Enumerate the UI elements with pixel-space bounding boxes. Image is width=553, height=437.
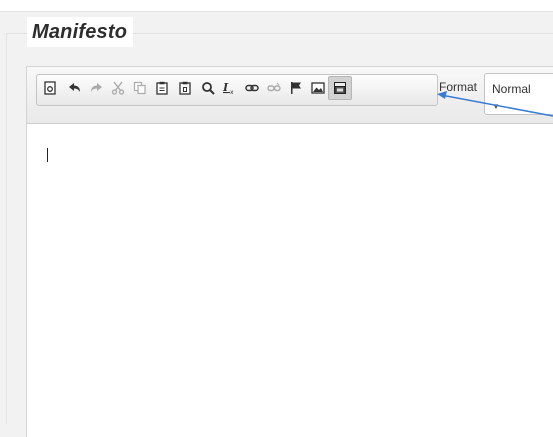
editor-toolbar: Ix Format Normal ▼	[27, 67, 553, 124]
youtube-embed-button[interactable]	[328, 76, 352, 100]
paste-text-icon	[178, 81, 192, 95]
format-selected-value: Normal	[492, 82, 531, 96]
find-button[interactable]	[197, 77, 219, 99]
paste-button[interactable]	[151, 77, 173, 99]
svg-text:x: x	[230, 89, 234, 95]
remove-format-icon: Ix	[222, 81, 238, 95]
undo-button[interactable]	[64, 77, 86, 99]
redo-button[interactable]	[85, 77, 107, 99]
unlink-button[interactable]	[263, 77, 285, 99]
undo-icon	[68, 81, 82, 95]
panel-border	[6, 33, 7, 424]
page-title-wrap: Manifesto	[27, 17, 134, 47]
format-dropdown[interactable]: Normal ▼	[484, 73, 553, 115]
cut-button[interactable]	[107, 77, 129, 99]
copy-button[interactable]	[129, 77, 151, 99]
image-icon	[311, 81, 325, 95]
cut-icon	[111, 81, 125, 95]
link-icon	[245, 81, 259, 95]
paste-text-button[interactable]	[174, 77, 196, 99]
top-bar	[0, 0, 553, 12]
page-title: Manifesto	[32, 20, 128, 43]
text-cursor	[47, 148, 48, 162]
image-button[interactable]	[307, 77, 329, 99]
unlink-icon	[267, 81, 281, 95]
source-icon	[43, 81, 57, 95]
source-button[interactable]	[39, 77, 61, 99]
chevron-down-icon: ▼	[492, 102, 500, 111]
format-label: Format	[439, 80, 478, 94]
paste-icon	[155, 81, 169, 95]
anchor-flag-icon	[289, 81, 303, 95]
anchor-button[interactable]	[285, 77, 307, 99]
remove-format-button[interactable]: Ix	[219, 77, 241, 99]
youtube-embed-icon	[333, 81, 347, 95]
redo-icon	[89, 81, 103, 95]
copy-icon	[133, 81, 147, 95]
rich-text-editor[interactable]: Ix Format Normal ▼	[26, 66, 553, 437]
find-icon	[201, 81, 215, 95]
link-button[interactable]	[241, 77, 263, 99]
